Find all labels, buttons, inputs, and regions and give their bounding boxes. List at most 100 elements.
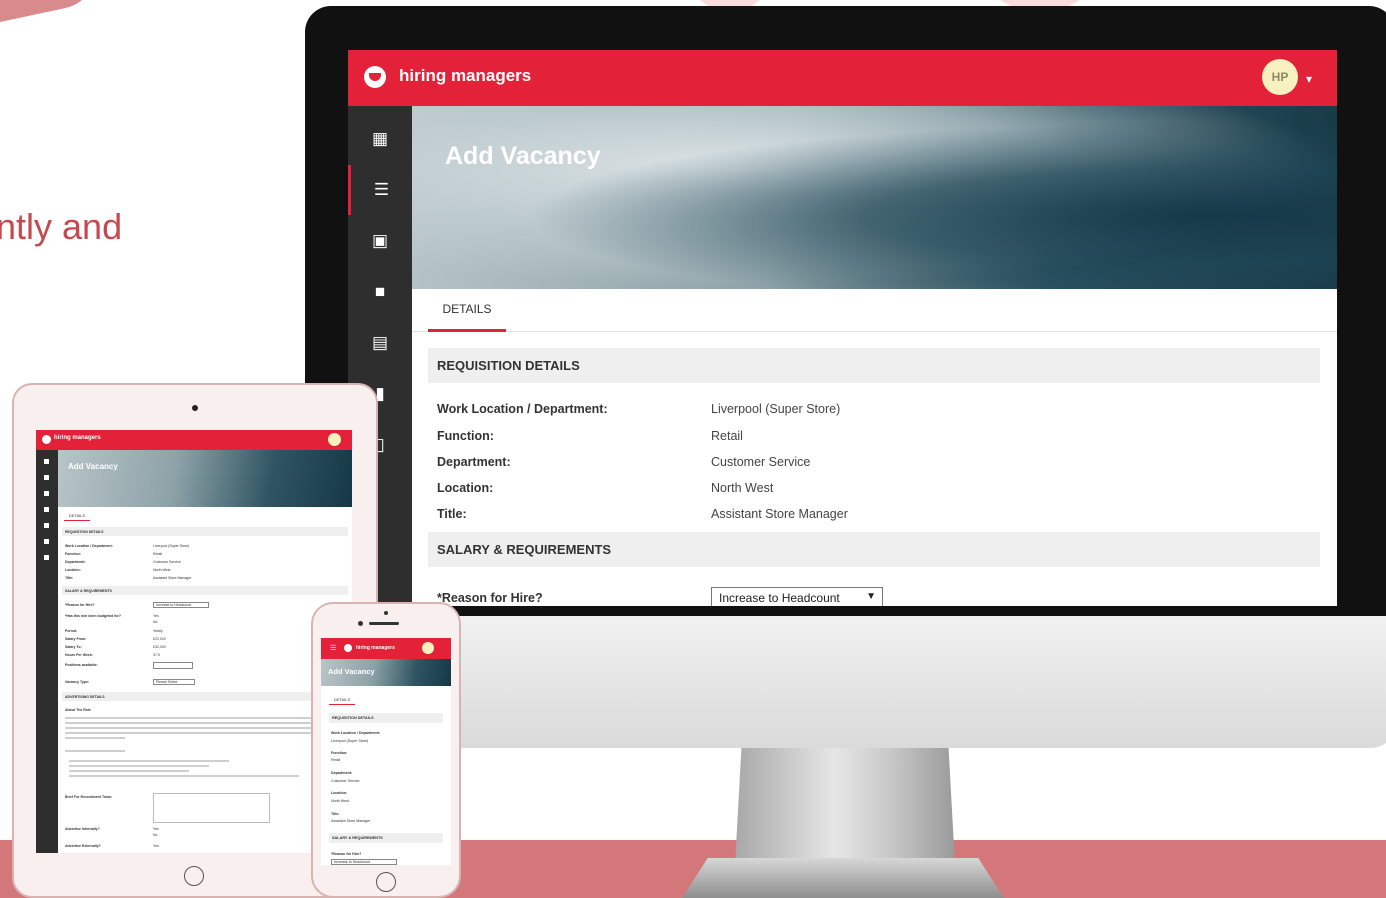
text-line xyxy=(69,760,229,762)
reason-for-hire-select[interactable]: Increase to Headcount xyxy=(153,602,209,608)
section-salary-requirements: SALARY & REQUIREMENTS xyxy=(62,586,348,595)
top-bar: hiring managers HP ▾ xyxy=(348,50,1337,106)
field-value: Liverpool (Super Store) xyxy=(711,402,841,416)
calendar-icon[interactable]: ▤ xyxy=(348,318,412,368)
brief-label: Brief For Recruitment Team: xyxy=(65,795,112,799)
text-line xyxy=(69,775,299,777)
app-name[interactable]: hiring managers xyxy=(54,435,101,441)
reason-for-hire-label: *Reason for Hire? xyxy=(437,591,543,605)
field-label: Title: xyxy=(331,812,340,816)
tab-details[interactable]: DETAILS xyxy=(64,510,90,521)
field-value: Liverpool (Super Store) xyxy=(331,739,369,743)
monitor-base xyxy=(682,858,1004,898)
positions-input[interactable] xyxy=(153,662,193,669)
user-avatar[interactable] xyxy=(328,433,341,446)
list-icon[interactable] xyxy=(44,475,49,480)
field-label: Department: xyxy=(331,771,353,775)
reason-for-hire-select[interactable]: Increase to Headcount ▼ xyxy=(711,587,883,606)
salary-to-value: £32,000 xyxy=(153,645,166,649)
field-label: Function: xyxy=(331,751,348,755)
phone-top-bar: ☰ hiring managers xyxy=(321,638,451,659)
book-icon[interactable] xyxy=(44,555,49,560)
decorative-shape xyxy=(0,0,105,29)
dashboard-icon[interactable]: ▦ xyxy=(348,114,412,164)
reason-for-hire-label: *Reason for Hire? xyxy=(331,852,362,856)
section-advertising-details: ADVERTISING DETAILS xyxy=(62,692,348,701)
field-label: Location: xyxy=(331,791,348,795)
briefcase-icon[interactable]: ■ xyxy=(348,267,412,317)
menu-icon[interactable]: ☰ xyxy=(330,644,336,652)
vacancy-type-select[interactable]: Please Select xyxy=(153,679,195,685)
field-value: Liverpool (Super Store) xyxy=(153,544,190,548)
reason-for-hire-label: *Reason for Hire? xyxy=(65,603,95,607)
section-requisition-details: REQUISITION DETAILS xyxy=(428,348,1320,383)
tablet-screen: hiring managers Add Vacancy DETAILS REQU… xyxy=(36,430,352,853)
tablet-top-bar: hiring managers xyxy=(36,430,352,450)
phone-speaker xyxy=(369,622,399,625)
calendar-icon[interactable] xyxy=(44,523,49,528)
briefcase-icon[interactable] xyxy=(44,507,49,512)
field-value: North West xyxy=(331,799,349,803)
period-label: Period: xyxy=(65,629,78,633)
tab-details[interactable]: DETAILS xyxy=(329,694,355,705)
field-value: Customer Service xyxy=(153,560,181,564)
phone-camera xyxy=(358,621,363,626)
document-icon[interactable] xyxy=(44,539,49,544)
salary-to-label: Salary To: xyxy=(65,645,82,649)
field-label: Function: xyxy=(437,429,494,443)
field-label: Function: xyxy=(65,552,81,556)
salary-from-value: £22,000 xyxy=(153,637,166,641)
field-label: Work Location / Department: xyxy=(437,402,608,416)
field-value: Retail xyxy=(153,552,162,556)
app-name[interactable]: hiring managers xyxy=(399,66,531,86)
field-label: Work Location / Department: xyxy=(65,544,113,548)
advertise-externally-label: Advertise Externally? xyxy=(65,844,101,848)
logo-icon[interactable] xyxy=(344,644,352,652)
advertise-internally-yes-radio[interactable]: Yes xyxy=(153,827,159,831)
hours-value: 37.5 xyxy=(153,653,160,657)
tablet-sidebar xyxy=(36,450,58,853)
about-role-label: About The Role xyxy=(65,708,91,712)
text-line xyxy=(65,737,125,739)
section-salary-requirements: SALARY & REQUIREMENTS xyxy=(329,833,443,843)
user-avatar[interactable] xyxy=(422,642,434,654)
advertise-internally-no-radio[interactable]: No xyxy=(153,833,157,837)
user-menu-caret-icon[interactable]: ▾ xyxy=(1306,72,1312,86)
reason-for-hire-select[interactable]: Increase to Headcount xyxy=(331,859,397,865)
page-title: Add Vacancy xyxy=(445,142,601,170)
field-value: Customer Service xyxy=(711,455,811,469)
budget-yes-radio[interactable]: Yes xyxy=(153,614,159,618)
logo-icon[interactable] xyxy=(364,66,386,88)
select-value: Increase to Headcount xyxy=(719,591,840,605)
salary-from-label: Salary From: xyxy=(65,637,87,641)
budget-no-radio[interactable]: No xyxy=(153,620,157,624)
vacancy-type-label: Vacancy Type: xyxy=(65,680,90,684)
badge-icon[interactable] xyxy=(44,491,49,496)
field-value: Retail xyxy=(711,429,743,443)
dashboard-icon[interactable] xyxy=(44,459,49,464)
monitor-stand xyxy=(735,745,955,865)
tab-bar: DETAILS xyxy=(412,289,1337,332)
text-line xyxy=(65,732,347,734)
page-title: Add Vacancy xyxy=(68,462,118,471)
text-line xyxy=(65,717,347,719)
brief-textarea[interactable] xyxy=(153,793,270,823)
tagline: ntly and xyxy=(0,206,123,247)
page-title: Add Vacancy xyxy=(328,667,375,676)
user-avatar[interactable]: HP xyxy=(1262,59,1298,95)
advertise-externally-yes-radio[interactable]: Yes xyxy=(153,844,159,848)
field-label: Department: xyxy=(437,455,511,469)
desktop-screen: hiring managers HP ▾ ▦ ☰ ▣ ■ ▤ ▮ ▯ Add V… xyxy=(348,50,1337,606)
field-label: Title: xyxy=(437,507,467,521)
tab-details[interactable]: DETAILS xyxy=(428,289,506,332)
logo-icon[interactable] xyxy=(42,435,51,444)
field-label: Work Location / Department: xyxy=(331,731,381,735)
app-name[interactable]: hiring managers xyxy=(356,645,395,651)
text-line xyxy=(69,770,189,772)
list-icon[interactable]: ☰ xyxy=(348,165,412,215)
badge-icon[interactable]: ▣ xyxy=(348,216,412,266)
section-requisition-details: REQUISITION DETAILS xyxy=(62,527,348,536)
phone-home-button xyxy=(376,872,396,892)
field-value: North West xyxy=(153,568,171,572)
field-value: Retail xyxy=(331,758,341,762)
